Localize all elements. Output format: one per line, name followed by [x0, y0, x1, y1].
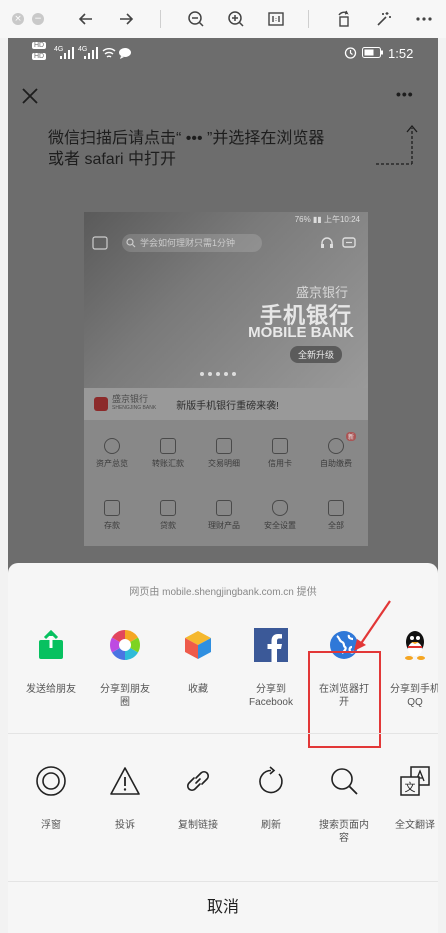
signal-icon-2	[84, 47, 98, 59]
status-bar: HD HD 4G 4G 1:52	[8, 38, 438, 70]
minimize-window-icon[interactable]: −	[32, 13, 44, 25]
banner-pill: 全新升级	[289, 346, 342, 363]
favorite-cube-icon	[178, 625, 218, 665]
magic-wand-icon[interactable]	[372, 7, 396, 31]
back-arrow-icon[interactable]	[74, 7, 98, 31]
alarm-icon	[344, 47, 357, 59]
feature-deposit: 存款	[84, 500, 140, 531]
webview-topbar: •••	[8, 70, 438, 122]
hd-badge-1: HD	[32, 42, 47, 49]
screen: × − HD HD 4G 4G 1:52 ••• 微信扫描后请点击“ ••• ”…	[0, 0, 446, 933]
new-badge: 新	[346, 432, 357, 441]
feature-wealth: 理财产品	[196, 500, 252, 531]
page-source: 网页由 mobile.shengjingbank.com.cn 提供	[129, 587, 317, 598]
toolbar-divider	[160, 10, 161, 28]
feature-grid: 资产总览 转账汇款 交易明细 信用卡 自助缴费 新 存款 贷款 理财产品 安全设…	[84, 420, 368, 546]
hd-badge-2: HD	[32, 53, 47, 60]
banner-title-en: MOBILE BANK	[248, 324, 354, 341]
bank-app-preview: 76% ▮▮ 上午10:24 学会如何理财只需1分钟 盛京银行 手机银行 MOB…	[84, 212, 368, 546]
battery-icon	[362, 47, 383, 58]
refresh-icon	[251, 761, 291, 801]
zoom-in-icon[interactable]	[224, 7, 248, 31]
clock: 1:52	[388, 46, 414, 61]
sheet-divider	[8, 733, 438, 734]
action-copy-link[interactable]: 复制链接	[161, 761, 235, 832]
bank-logo-icon	[94, 397, 108, 411]
feature-transactions: 交易明细	[196, 438, 252, 469]
share-sheet: 网页由 mobile.shengjingbank.com.cn 提供 发送给朋友	[8, 563, 438, 933]
wifi-icon	[102, 48, 116, 58]
link-icon	[178, 761, 218, 801]
carousel-dots	[200, 372, 236, 376]
forward-arrow-icon[interactable]	[114, 7, 138, 31]
action-translate[interactable]: 文 全文翻译	[378, 761, 438, 832]
actual-size-icon[interactable]	[264, 7, 288, 31]
feature-transfer: 转账汇款	[140, 438, 196, 469]
close-icon[interactable]	[22, 88, 38, 104]
svg-text:文: 文	[405, 780, 416, 794]
close-window-icon[interactable]: ×	[12, 13, 24, 25]
hint-line-2: 或者 safari 中打开	[48, 151, 177, 168]
feature-credit-card: 信用卡	[252, 438, 308, 469]
more-menu-button[interactable]: •••	[396, 86, 414, 102]
action-float-window[interactable]: 浮窗	[14, 761, 88, 832]
bank-logo-sub: SHENGJING BANK	[112, 405, 157, 411]
feature-all: 全部	[308, 500, 364, 531]
news-bar: 盛京银行 SHENGJING BANK 新版手机银行重磅来袭!	[84, 388, 368, 420]
float-window-icon	[31, 761, 71, 801]
scan-icon	[92, 236, 108, 250]
share-send-to-friend[interactable]: 发送给朋友	[14, 625, 88, 696]
action-complain[interactable]: 投诉	[88, 761, 162, 832]
send-to-friend-icon	[31, 625, 71, 665]
warning-icon	[105, 761, 145, 801]
hint-line-1: 微信扫描后请点击“ ••• ”并选择在浏览器	[48, 130, 325, 147]
qq-penguin-icon	[395, 625, 435, 665]
feature-asset: 资产总览	[84, 438, 140, 469]
feature-security: 安全设置	[252, 500, 308, 531]
search-icon	[126, 238, 136, 248]
share-facebook[interactable]: 分享到 Facebook	[234, 625, 308, 709]
share-moments[interactable]: 分享到朋友圈	[88, 625, 162, 709]
annotation-arrow-icon	[354, 600, 391, 651]
toolbar-divider	[308, 10, 309, 28]
bank-logo-text: 盛京银行	[112, 394, 149, 404]
share-favorite[interactable]: 收藏	[161, 625, 235, 696]
preview-search: 学会如何理财只需1分钟	[122, 234, 262, 252]
chat-icon	[342, 237, 356, 248]
action-refresh[interactable]: 刷新	[234, 761, 308, 832]
bank-logo: 盛京银行 SHENGJING BANK	[94, 395, 156, 413]
open-in-browser-hint: 微信扫描后请点击“ ••• ”并选择在浏览器 或者 safari 中打开	[48, 128, 388, 170]
preview-status: 76% ▮▮ 上午10:24	[294, 215, 360, 224]
feature-payment: 自助缴费	[308, 438, 364, 469]
phone-screen: HD HD 4G 4G 1:52 ••• 微信扫描后请点击“ ••• ”并选择在…	[8, 38, 438, 933]
feature-loan: 贷款	[140, 500, 196, 531]
news-text: 新版手机银行重磅来袭!	[176, 400, 279, 412]
cancel-button[interactable]: 取消	[8, 881, 438, 933]
action-search-in-page[interactable]: 搜索页面内容	[307, 761, 381, 845]
headset-icon	[321, 237, 333, 248]
dashed-arrow-icon	[376, 124, 418, 165]
bank-banner: 76% ▮▮ 上午10:24 学会如何理财只需1分钟 盛京银行 手机银行 MOB…	[84, 212, 368, 388]
rotate-icon[interactable]	[332, 7, 356, 31]
facebook-icon	[251, 625, 291, 665]
signal-icon	[60, 47, 74, 59]
search-icon	[324, 761, 364, 801]
zoom-out-icon[interactable]	[184, 7, 208, 31]
moments-aperture-icon	[105, 625, 145, 665]
more-options-icon[interactable]	[412, 7, 436, 31]
message-bubble-icon	[119, 48, 131, 59]
viewer-toolbar: × −	[0, 0, 446, 38]
translate-icon: 文	[395, 761, 435, 801]
